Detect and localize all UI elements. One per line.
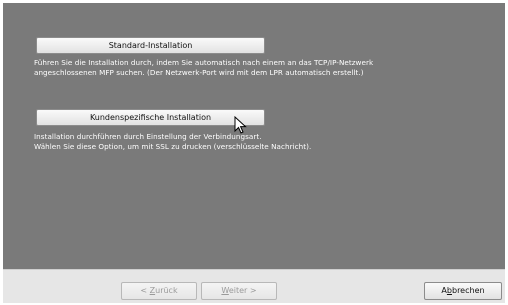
wizard-footer: < Zurück Weiter > Abbrechen <box>3 269 505 303</box>
mouse-pointer-icon <box>234 116 247 134</box>
installation-options-panel: Standard-Installation Führen Sie die Ins… <box>3 3 505 269</box>
back-button-prefix: < <box>140 286 150 295</box>
custom-installation-button[interactable]: Kundenspezifische Installation <box>36 109 265 126</box>
standard-installation-description: Führen Sie die Installation durch, indem… <box>34 58 373 77</box>
standard-installation-button[interactable]: Standard-Installation <box>36 37 265 54</box>
custom-installation-label: Kundenspezifische Installation <box>89 113 212 122</box>
custom-description-line-1: Installation durchführen durch Einstellu… <box>34 132 262 141</box>
cancel-button[interactable]: Abbrechen <box>424 282 502 300</box>
installer-window: Standard-Installation Führen Sie die Ins… <box>3 3 505 303</box>
standard-description-line-1: Führen Sie die Installation durch, indem… <box>34 58 374 67</box>
next-button-accel: W <box>221 286 229 295</box>
standard-description-line-2: angeschlossenen MFP suchen. (Der Netzwer… <box>34 67 364 77</box>
next-button-rest: eiter > <box>228 286 257 295</box>
next-button[interactable]: Weiter > <box>201 282 277 300</box>
custom-installation-description: Installation durchführen durch Einstellu… <box>34 132 311 151</box>
custom-description-line-2: Wählen Sie diese Option, um mit SSL zu d… <box>34 141 312 151</box>
back-button[interactable]: < Zurück <box>121 282 197 300</box>
cancel-button-rest: brechen <box>451 286 485 295</box>
back-button-rest: urück <box>155 286 178 295</box>
standard-installation-label: Standard-Installation <box>108 41 193 50</box>
